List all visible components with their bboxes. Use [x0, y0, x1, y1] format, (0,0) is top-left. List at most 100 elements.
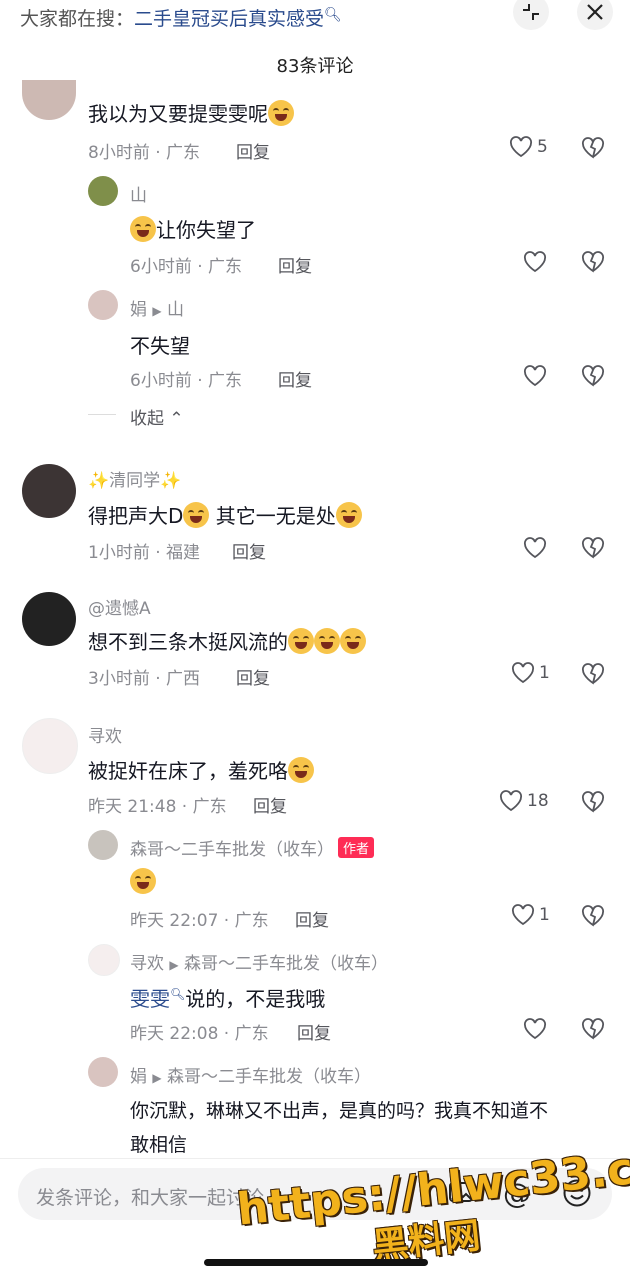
comment-meta: 6小时前 · 广东 — [130, 371, 243, 391]
heart-icon — [524, 537, 546, 559]
heart-icon — [512, 904, 534, 926]
avatar[interactable] — [22, 464, 76, 518]
dislike-button[interactable] — [581, 137, 605, 163]
comment-meta: 1小时前 · 福建 — [88, 543, 201, 563]
reply-button[interactable]: 回复 — [295, 906, 329, 931]
commenter-name[interactable]: 娟 ▶ 森哥～二手车批发（收车） — [130, 1062, 371, 1087]
reply-arrow-icon: ▶ — [152, 304, 162, 318]
reply-button[interactable]: 回复 — [232, 538, 266, 563]
collapse-replies-button[interactable]: 收起 ⌃ — [130, 404, 184, 429]
home-indicator[interactable] — [204, 1259, 428, 1266]
broken-heart-icon — [582, 1018, 604, 1040]
search-icon: 🔍︎ — [324, 7, 342, 23]
dislike-button[interactable] — [581, 791, 605, 817]
reply-button[interactable]: 回复 — [236, 138, 270, 163]
like-button[interactable] — [523, 365, 547, 391]
comment-text: 被捉奸在床了，羞死咯 — [88, 755, 314, 784]
avatar[interactable] — [22, 718, 78, 774]
like-button[interactable]: 1 — [511, 662, 550, 684]
broken-heart-icon — [582, 251, 604, 273]
search-suggestion-keyword[interactable]: 二手皇冠买后真实感受 — [134, 8, 324, 30]
comment-meta: 6小时前 · 广东 — [130, 257, 243, 277]
reply-button[interactable]: 回复 — [236, 664, 270, 689]
like-button[interactable] — [523, 537, 547, 563]
chevron-up-icon: ⌃ — [169, 409, 184, 429]
heart-icon — [524, 1018, 546, 1040]
comment-text: 雯雯🔍︎说的，不是我哦 — [130, 987, 326, 1011]
laugh-cry-emoji — [288, 757, 314, 783]
minimize-button[interactable] — [513, 0, 549, 30]
like-button[interactable] — [523, 251, 547, 277]
reply-button[interactable]: 回复 — [278, 366, 312, 391]
comment-text: 得把声大D 其它一无是处 — [88, 500, 362, 529]
author-badge: 作者 — [338, 837, 375, 858]
comment-input-placeholder: 发条评论，和大家一起讨论 — [36, 1187, 265, 1209]
heart-icon — [524, 251, 546, 273]
broken-heart-icon — [582, 365, 604, 387]
comment-meta: 昨天 22:07 · 广东 — [130, 911, 269, 931]
search-suggestion[interactable]: 大家都在搜：二手皇冠买后真实感受🔍︎ — [20, 4, 342, 31]
avatar[interactable] — [88, 176, 118, 206]
dislike-button[interactable] — [581, 537, 605, 563]
comment-meta: 8小时前 · 广东 — [88, 143, 201, 163]
dislike-button[interactable] — [581, 663, 605, 689]
minimize-icon — [523, 4, 539, 20]
commenter-name[interactable]: 寻欢 ▶ 森哥～二手车批发（收车） — [130, 949, 388, 974]
heart-icon — [510, 136, 532, 158]
comment-count-title: 83条评论 — [276, 56, 354, 77]
reply-button[interactable]: 回复 — [253, 792, 287, 817]
comment-text: 不失望 — [130, 334, 190, 358]
commenter-name[interactable]: 森哥～二手车批发（收车） 作者 — [130, 835, 375, 860]
like-count: 5 — [537, 137, 548, 157]
comment-text — [130, 868, 156, 894]
like-button[interactable]: 5 — [509, 136, 548, 158]
commenter-name[interactable]: @遗憾A — [88, 594, 151, 619]
commenter-name[interactable]: ✨清同学✨ — [88, 466, 181, 491]
like-count: 1 — [539, 663, 550, 683]
commenter-name[interactable]: 山 — [130, 181, 147, 206]
like-count: 1 — [539, 905, 550, 925]
laugh-cry-emoji — [288, 628, 314, 654]
reply-arrow-icon: ▶ — [169, 958, 179, 972]
laugh-cry-emoji — [268, 100, 294, 126]
avatar[interactable] — [88, 290, 118, 320]
avatar[interactable] — [88, 944, 120, 976]
grin-emoji — [335, 502, 362, 528]
broken-heart-icon — [582, 663, 604, 685]
comment-meta: 3小时前 · 广西 — [88, 669, 201, 689]
laugh-cry-emoji — [340, 628, 366, 654]
broken-heart-icon — [582, 791, 604, 813]
divider — [88, 414, 116, 415]
like-button[interactable]: 1 — [511, 904, 550, 926]
commenter-name[interactable]: 娟 ▶ 山 — [130, 295, 184, 320]
heart-icon — [512, 662, 534, 684]
commenter-name[interactable]: 寻欢 — [88, 722, 122, 747]
laugh-cry-emoji — [130, 868, 156, 894]
comment-meta: 昨天 21:48 · 广东 — [88, 797, 227, 817]
comment-text: 想不到三条木挺风流的 — [88, 626, 366, 655]
avatar[interactable] — [22, 80, 76, 120]
search-suggestion-prefix: 大家都在搜： — [20, 8, 135, 30]
like-button[interactable] — [523, 1018, 547, 1044]
avatar[interactable] — [22, 592, 76, 646]
reply-button[interactable]: 回复 — [297, 1019, 331, 1044]
reply-button[interactable]: 回复 — [278, 252, 312, 277]
close-button[interactable] — [577, 0, 613, 30]
dislike-button[interactable] — [581, 365, 605, 391]
keyword-link[interactable]: 雯雯 — [130, 987, 170, 1011]
dislike-button[interactable] — [581, 905, 605, 931]
avatar[interactable] — [88, 830, 118, 860]
broken-heart-icon — [582, 137, 604, 159]
laugh-cry-emoji — [314, 628, 340, 654]
comment-text: 我以为又要提雯雯呢 — [88, 98, 294, 127]
like-count: 18 — [527, 791, 549, 811]
comment-meta: 昨天 22:08 · 广东 — [130, 1024, 269, 1044]
comment-text: 你沉默，琳琳又不出声，是真的吗？我真不知道不 — [130, 1100, 549, 1122]
like-button[interactable]: 18 — [499, 790, 549, 812]
reply-arrow-icon: ▶ — [152, 1071, 162, 1085]
avatar[interactable] — [88, 1057, 118, 1087]
comment-text: 让你失望了 — [130, 214, 256, 243]
dislike-button[interactable] — [581, 1018, 605, 1044]
close-icon — [587, 4, 603, 20]
dislike-button[interactable] — [581, 251, 605, 277]
